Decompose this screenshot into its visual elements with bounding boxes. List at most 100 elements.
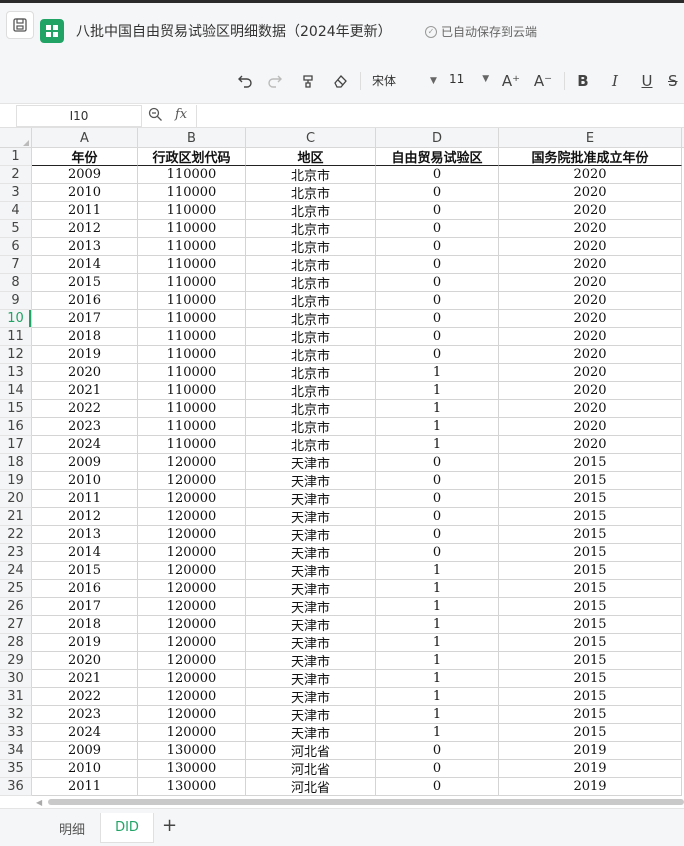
table-cell[interactable]: 北京市: [246, 202, 376, 220]
table-cell[interactable]: 0: [376, 742, 499, 760]
fx-icon[interactable]: fx: [175, 107, 187, 122]
header-cell[interactable]: 自由贸易试验区: [376, 148, 499, 166]
table-cell[interactable]: 2018: [32, 616, 138, 634]
table-cell[interactable]: 1: [376, 382, 499, 400]
table-cell[interactable]: 120000: [138, 562, 246, 580]
horizontal-scrollbar[interactable]: ◀: [0, 796, 684, 808]
table-cell[interactable]: 1: [376, 706, 499, 724]
table-cell[interactable]: 1: [376, 436, 499, 454]
table-cell[interactable]: 0: [376, 310, 499, 328]
table-cell[interactable]: 110000: [138, 328, 246, 346]
table-cell[interactable]: 2019: [499, 760, 682, 778]
row-number[interactable]: 30: [0, 670, 32, 688]
table-cell[interactable]: 2015: [499, 688, 682, 706]
column-header-a[interactable]: A: [32, 128, 138, 148]
table-cell[interactable]: 0: [376, 328, 499, 346]
table-cell[interactable]: 110000: [138, 238, 246, 256]
font-family-select[interactable]: 宋体 ▼: [372, 72, 437, 89]
table-cell[interactable]: 2015: [499, 562, 682, 580]
table-cell[interactable]: 2020: [499, 436, 682, 454]
table-cell[interactable]: 北京市: [246, 346, 376, 364]
row-number[interactable]: 12: [0, 346, 32, 364]
table-cell[interactable]: 1: [376, 688, 499, 706]
table-cell[interactable]: 130000: [138, 760, 246, 778]
table-cell[interactable]: 120000: [138, 706, 246, 724]
table-cell[interactable]: 2020: [499, 166, 682, 184]
table-cell[interactable]: 2023: [32, 418, 138, 436]
table-cell[interactable]: 北京市: [246, 382, 376, 400]
table-cell[interactable]: 0: [376, 184, 499, 202]
table-cell[interactable]: 北京市: [246, 256, 376, 274]
row-number[interactable]: 10: [0, 310, 32, 328]
table-cell[interactable]: 2012: [32, 508, 138, 526]
table-cell[interactable]: 2022: [32, 688, 138, 706]
table-cell[interactable]: 1: [376, 724, 499, 742]
table-cell[interactable]: 1: [376, 598, 499, 616]
table-cell[interactable]: 120000: [138, 724, 246, 742]
table-cell[interactable]: 天津市: [246, 652, 376, 670]
table-cell[interactable]: 2009: [32, 742, 138, 760]
row-number[interactable]: 21: [0, 508, 32, 526]
row-number[interactable]: 23: [0, 544, 32, 562]
scroll-left-arrow-icon[interactable]: ◀: [36, 798, 42, 807]
table-cell[interactable]: 2019: [32, 346, 138, 364]
table-cell[interactable]: 120000: [138, 670, 246, 688]
table-cell[interactable]: 2015: [499, 634, 682, 652]
table-cell[interactable]: 2015: [499, 706, 682, 724]
table-cell[interactable]: 0: [376, 256, 499, 274]
table-cell[interactable]: 1: [376, 670, 499, 688]
table-cell[interactable]: 2020: [499, 202, 682, 220]
table-cell[interactable]: 天津市: [246, 616, 376, 634]
scrollbar-thumb[interactable]: [48, 799, 684, 805]
table-cell[interactable]: 1: [376, 634, 499, 652]
table-cell[interactable]: 天津市: [246, 562, 376, 580]
row-number[interactable]: 1: [0, 148, 32, 166]
table-cell[interactable]: 120000: [138, 580, 246, 598]
table-cell[interactable]: 2017: [32, 310, 138, 328]
row-number[interactable]: 13: [0, 364, 32, 382]
table-cell[interactable]: 北京市: [246, 184, 376, 202]
table-cell[interactable]: 河北省: [246, 778, 376, 796]
table-cell[interactable]: 2015: [499, 652, 682, 670]
row-number[interactable]: 7: [0, 256, 32, 274]
table-cell[interactable]: 110000: [138, 310, 246, 328]
table-cell[interactable]: 北京市: [246, 166, 376, 184]
table-cell[interactable]: 2016: [32, 292, 138, 310]
table-cell[interactable]: 河北省: [246, 760, 376, 778]
table-cell[interactable]: 0: [376, 454, 499, 472]
table-cell[interactable]: 0: [376, 778, 499, 796]
save-button[interactable]: [6, 11, 34, 39]
table-cell[interactable]: 0: [376, 166, 499, 184]
table-cell[interactable]: 110000: [138, 256, 246, 274]
row-number[interactable]: 29: [0, 652, 32, 670]
table-cell[interactable]: 110000: [138, 220, 246, 238]
table-cell[interactable]: 北京市: [246, 310, 376, 328]
table-cell[interactable]: 110000: [138, 382, 246, 400]
table-cell[interactable]: 120000: [138, 490, 246, 508]
format-painter-icon[interactable]: [298, 70, 318, 92]
row-number[interactable]: 27: [0, 616, 32, 634]
row-number[interactable]: 14: [0, 382, 32, 400]
table-cell[interactable]: 2020: [32, 364, 138, 382]
table-cell[interactable]: 0: [376, 490, 499, 508]
table-cell[interactable]: 2010: [32, 472, 138, 490]
table-cell[interactable]: 北京市: [246, 418, 376, 436]
table-cell[interactable]: 河北省: [246, 742, 376, 760]
table-cell[interactable]: 2011: [32, 778, 138, 796]
row-number[interactable]: 19: [0, 472, 32, 490]
table-cell[interactable]: 天津市: [246, 706, 376, 724]
table-cell[interactable]: 2010: [32, 184, 138, 202]
table-cell[interactable]: 2012: [32, 220, 138, 238]
row-number[interactable]: 25: [0, 580, 32, 598]
table-cell[interactable]: 110000: [138, 418, 246, 436]
table-cell[interactable]: 110000: [138, 436, 246, 454]
table-cell[interactable]: 110000: [138, 274, 246, 292]
table-cell[interactable]: 北京市: [246, 292, 376, 310]
table-cell[interactable]: 天津市: [246, 670, 376, 688]
table-cell[interactable]: 120000: [138, 544, 246, 562]
table-cell[interactable]: 天津市: [246, 634, 376, 652]
table-cell[interactable]: 0: [376, 238, 499, 256]
row-number[interactable]: 2: [0, 166, 32, 184]
table-cell[interactable]: 110000: [138, 202, 246, 220]
row-number[interactable]: 3: [0, 184, 32, 202]
